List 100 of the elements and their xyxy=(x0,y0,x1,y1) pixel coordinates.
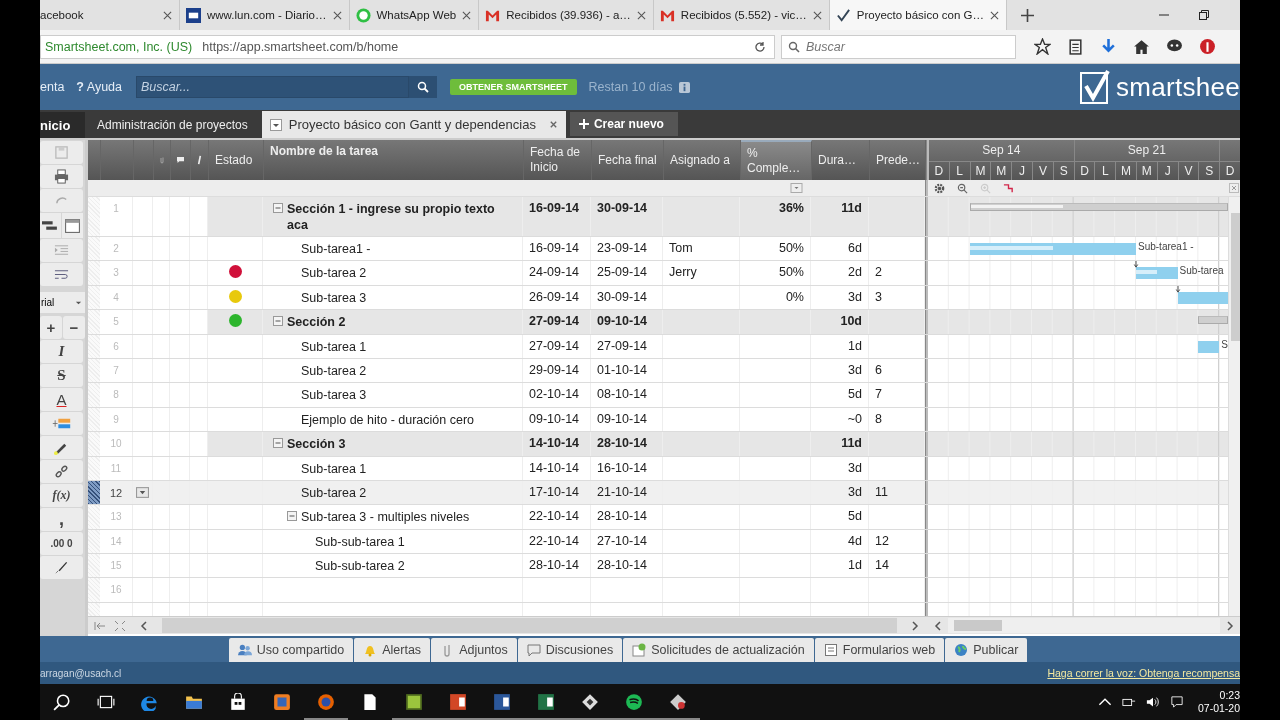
formula-button[interactable]: f(x) xyxy=(40,484,83,507)
row-menu-icon[interactable] xyxy=(136,486,149,498)
zoom-out-icon[interactable] xyxy=(957,182,968,194)
italic-button[interactable]: I xyxy=(40,340,83,363)
restore-icon[interactable] xyxy=(1198,9,1210,21)
collapse-icon[interactable] xyxy=(273,203,283,213)
star-icon[interactable] xyxy=(1034,38,1051,55)
vertical-scrollbar[interactable] xyxy=(1228,197,1240,616)
font-size-decrease[interactable]: − xyxy=(63,316,85,339)
table-row[interactable]: 12 Sub-tarea 2 17-10-14 21-10-14 3d 11 xyxy=(88,480,1228,506)
table-row[interactable]: 10 Sección 3 14-10-14 28-10-14 11d xyxy=(88,432,1228,457)
row-handle[interactable] xyxy=(88,480,100,505)
row-handle[interactable] xyxy=(88,358,100,383)
close-icon[interactable] xyxy=(462,10,472,20)
panel-tab[interactable]: Publicar xyxy=(945,638,1028,662)
decimal-button[interactable]: .00 0 xyxy=(40,532,83,555)
collapse-all-icon[interactable] xyxy=(94,619,106,632)
address-field[interactable]: Smartsheet.com, Inc. (US) https://app.smartsheet.com/b/home xyxy=(40,34,775,59)
browser-tab[interactable]: Proyecto básico con G… xyxy=(829,0,1007,30)
gantt-view-icon[interactable] xyxy=(40,213,61,238)
filter-dropdown-icon[interactable] xyxy=(790,183,803,193)
link-icon[interactable] xyxy=(40,460,83,483)
row-handle[interactable] xyxy=(88,383,100,407)
create-new-button[interactable]: Crear nuevo xyxy=(569,112,678,136)
new-tab-icon[interactable] xyxy=(1020,9,1034,22)
promo-link[interactable]: Haga correr la voz: Obtenga recompensa xyxy=(1047,667,1240,679)
table-row[interactable]: 6 Sub-tarea 1 27-09-14 27-09-14 1d S xyxy=(88,334,1228,359)
chevron-up-icon[interactable] xyxy=(1097,696,1112,708)
table-row[interactable]: 11 Sub-tarea 1 14-10-14 16-10-14 3d xyxy=(88,456,1228,481)
row-handle[interactable] xyxy=(88,554,100,578)
table-row[interactable]: 14 Sub-sub-tarea 1 22-10-14 27-10-14 4d 12 xyxy=(88,529,1228,555)
table-row[interactable]: 7 Sub-tarea 2 29-09-14 01-10-14 3d 6 xyxy=(88,358,1228,384)
comma-format-button[interactable]: , xyxy=(40,508,83,531)
collapse-icon[interactable] xyxy=(273,438,283,449)
panel-tab[interactable]: Formularios web xyxy=(814,638,945,662)
expand-all-icon[interactable] xyxy=(114,619,126,632)
row-handle[interactable] xyxy=(88,529,100,554)
column-header[interactable]: % Comple… xyxy=(741,140,812,180)
row-handle[interactable] xyxy=(88,407,100,432)
row-handle[interactable] xyxy=(88,237,100,261)
notification-icon[interactable] xyxy=(1169,696,1184,708)
close-icon[interactable] xyxy=(812,10,822,20)
close-icon[interactable] xyxy=(636,10,646,20)
panel-tab[interactable]: Solicitudes de actualización xyxy=(623,638,814,662)
info-icon[interactable] xyxy=(678,81,690,93)
row-handle[interactable] xyxy=(88,456,100,480)
color-bars-icon[interactable] xyxy=(40,412,83,435)
table-row[interactable]: 13 Sub-tarea 3 - multiples niveles 22-10-14 28-10-14 5d xyxy=(88,505,1228,530)
scroll-left-icon[interactable] xyxy=(140,620,148,631)
calendar-icon[interactable] xyxy=(62,213,83,238)
close-icon[interactable] xyxy=(548,120,558,129)
sheet-tab[interactable]: Proyecto básico con Gantt y dependencias xyxy=(261,111,566,138)
network-icon[interactable] xyxy=(1121,696,1136,708)
scroll-left-icon[interactable] xyxy=(934,620,942,631)
panel-tab[interactable]: Discusiones xyxy=(517,638,623,662)
row-handle[interactable] xyxy=(88,310,100,334)
horizontal-scrollbar[interactable] xyxy=(948,618,1220,633)
table-row[interactable]: 15 Sub-sub-tarea 2 28-10-14 28-10-14 1d 14 xyxy=(88,554,1228,579)
horizontal-scrollbar[interactable] xyxy=(162,618,897,633)
critical-path-icon[interactable] xyxy=(1003,182,1014,194)
account-link[interactable]: enta xyxy=(40,80,65,94)
collapse-icon[interactable] xyxy=(287,511,297,522)
row-handle[interactable] xyxy=(88,505,100,529)
settings-icon[interactable] xyxy=(934,182,945,194)
volume-icon[interactable] xyxy=(1145,696,1160,708)
sheet-tab[interactable]: nicio xyxy=(40,112,85,138)
strikethrough-button[interactable]: S xyxy=(40,364,83,387)
help-link[interactable]: ? Ayuda xyxy=(76,80,122,94)
row-handle[interactable] xyxy=(88,334,100,358)
panel-tab[interactable]: Uso compartido xyxy=(228,638,354,662)
reload-icon[interactable] xyxy=(754,40,766,53)
table-row[interactable]: 3 Sub-tarea 2 24-09-14 25-09-14 Jerry 50% 2d 2 Sub-tarea xyxy=(88,261,1228,286)
download-icon[interactable] xyxy=(1100,38,1117,55)
row-handle[interactable] xyxy=(88,578,100,602)
pin-icon[interactable] xyxy=(1199,38,1216,55)
print-icon[interactable] xyxy=(40,165,83,188)
table-row[interactable]: 1 Sección 1 - ingrese su propio texto aca 16-09-14 30-09-14 36% 11d xyxy=(88,197,1228,237)
collapse-icon[interactable] xyxy=(273,316,283,327)
font-dropdown[interactable]: rial xyxy=(40,292,85,313)
row-handle[interactable] xyxy=(88,285,100,310)
close-icon[interactable] xyxy=(332,10,342,20)
text-color-button[interactable]: A xyxy=(40,388,83,411)
close-icon[interactable] xyxy=(989,10,999,20)
panel-tab[interactable]: Alertas xyxy=(354,638,431,662)
scroll-right-icon[interactable] xyxy=(911,620,919,631)
highlighter-icon[interactable] xyxy=(40,436,83,459)
scroll-right-icon[interactable] xyxy=(1226,620,1234,631)
row-handle[interactable] xyxy=(88,197,100,236)
panel-tab[interactable]: Adjuntos xyxy=(431,638,517,662)
row-handle[interactable] xyxy=(88,432,100,456)
font-size-increase[interactable]: + xyxy=(40,316,62,339)
wrap-text-icon[interactable] xyxy=(40,263,83,286)
sheet-tab[interactable]: Administración de proyectos xyxy=(85,112,260,138)
dropdown-icon[interactable] xyxy=(269,118,282,131)
table-row[interactable]: 8 Sub-tarea 3 02-10-14 08-10-14 5d 7 xyxy=(88,383,1228,408)
table-row[interactable]: 5 Sección 2 27-09-14 09-10-14 10d xyxy=(88,310,1228,335)
search-button[interactable] xyxy=(409,76,437,98)
row-handle[interactable] xyxy=(88,261,100,285)
clipboard-icon[interactable] xyxy=(1067,38,1084,55)
home-icon[interactable] xyxy=(1133,38,1150,55)
